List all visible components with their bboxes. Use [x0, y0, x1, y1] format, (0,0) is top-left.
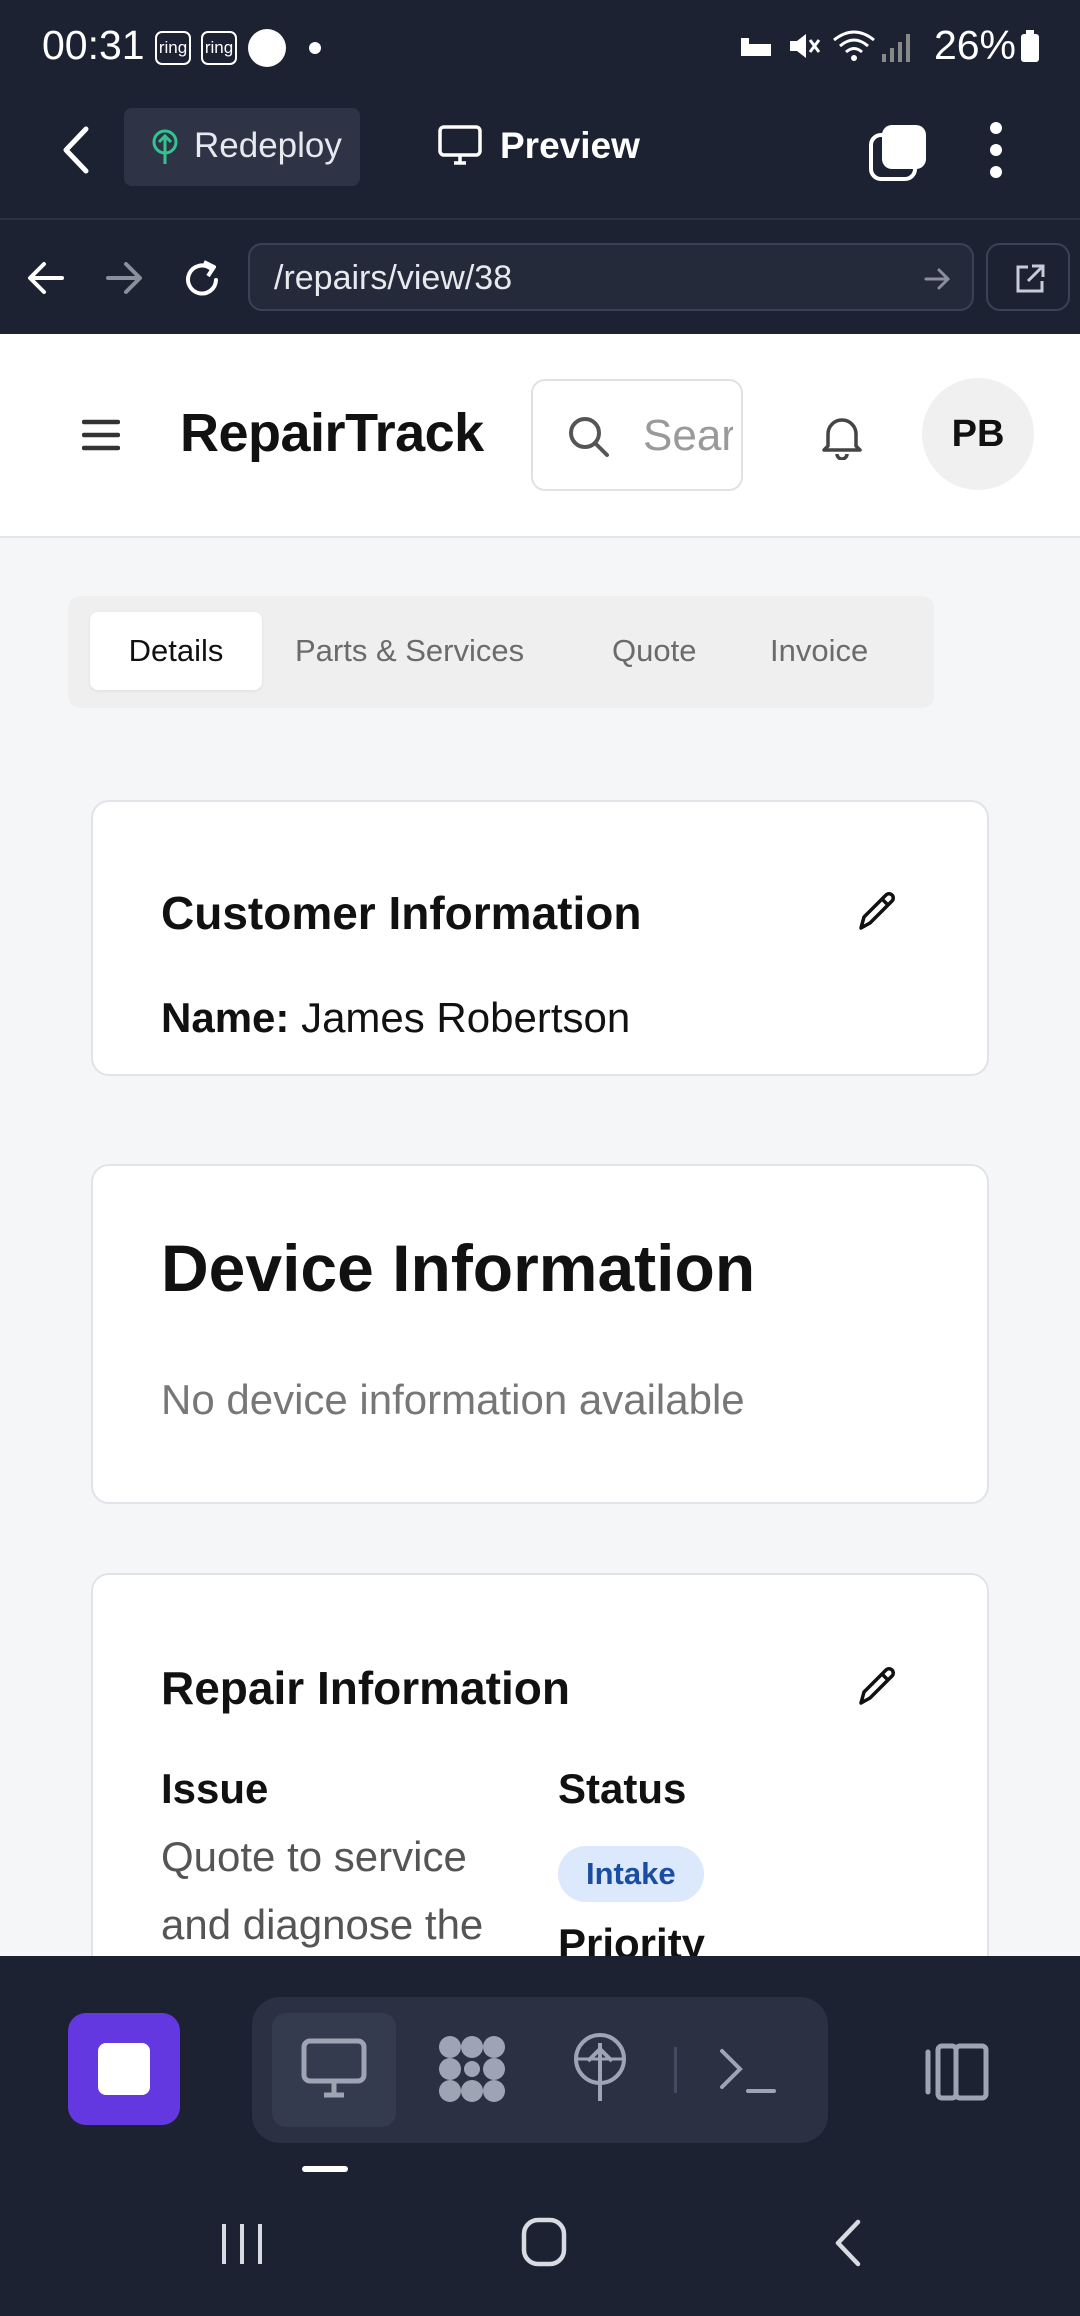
deploy-icon [574, 2033, 626, 2101]
menu-icon[interactable] [82, 418, 120, 452]
reload-icon[interactable] [180, 258, 224, 302]
app-notification-icon [248, 29, 286, 67]
issue-text: Quote to service and diagnose the [161, 1833, 484, 1948]
name-label: Name: [161, 994, 290, 1041]
bottom-dock [0, 1956, 1080, 2164]
ring-notification-icon: ring [155, 31, 191, 65]
avatar[interactable]: PB [922, 378, 1034, 490]
issue-label: Issue [161, 1765, 269, 1812]
brand-title[interactable]: RepairTrack [180, 402, 484, 464]
side-panel-icon[interactable] [922, 2042, 992, 2102]
status-bar: 00:31 ring ring 26% [0, 0, 1080, 95]
search-box[interactable] [531, 379, 743, 491]
external-link-icon [1016, 264, 1045, 293]
site-header: RepairTrack PB [0, 334, 1080, 538]
terminal-button[interactable] [690, 2013, 814, 2127]
redeploy-button[interactable]: Redeploy [124, 108, 360, 186]
tabs-icon[interactable] [868, 123, 928, 181]
home-icon[interactable] [520, 2216, 568, 2268]
battery-icon [1021, 30, 1039, 62]
edit-pencil-icon[interactable] [855, 1665, 899, 1709]
status-label: Status [558, 1765, 687, 1812]
signal-icon [882, 34, 910, 62]
stop-button[interactable] [68, 2013, 180, 2125]
wifi-icon [833, 30, 875, 61]
app-header: Redeploy Preview [0, 95, 1080, 220]
url-bar: /repairs/view/38 [0, 220, 1080, 334]
repair-info-card: Repair Information Issue Quote to servic… [91, 1573, 989, 1956]
monitor-icon [438, 125, 482, 165]
web-page: RepairTrack PB Details Parts & Services … [0, 334, 1080, 1956]
deploy-button[interactable] [542, 2013, 666, 2127]
customer-name: Name: James Robertson [161, 994, 630, 1042]
priority-label: Priority [558, 1920, 706, 1956]
card-title: Device Information [161, 1231, 756, 1305]
browser-forward-icon[interactable] [104, 258, 144, 298]
grid-dots-icon [439, 2036, 505, 2102]
go-arrow-icon[interactable] [924, 265, 952, 293]
deploy-icon [152, 129, 178, 164]
device-info-card: Device Information No device information… [91, 1164, 989, 1504]
tab-details[interactable]: Details [90, 612, 262, 690]
extensions-button[interactable] [408, 2013, 532, 2127]
preview-button[interactable]: Preview [438, 125, 640, 174]
desktop-view-button[interactable] [272, 2013, 396, 2127]
empty-state-text: No device information available [161, 1376, 745, 1423]
stop-icon [98, 2043, 150, 2095]
recent-apps-icon[interactable] [218, 2220, 266, 2268]
open-external-button[interactable] [986, 243, 1070, 311]
terminal-icon [720, 2049, 776, 2093]
redeploy-label: Redeploy [194, 126, 342, 165]
view-switcher [252, 1997, 828, 2143]
status-time: 00:31 [42, 22, 145, 68]
tab-parts-services[interactable]: Parts & Services [295, 612, 524, 690]
customer-info-card: Customer Information Name: James Roberts… [91, 800, 989, 1076]
battery-percent: 26% [933, 22, 1016, 68]
alarm-icon [741, 38, 771, 56]
status-badge: Intake [558, 1846, 704, 1902]
notification-bell-icon[interactable] [820, 412, 864, 460]
browser-back-icon[interactable] [26, 258, 66, 298]
back-icon[interactable] [58, 125, 94, 175]
tab-invoice[interactable]: Invoice [770, 612, 868, 690]
search-icon [569, 417, 609, 457]
name-value: James Robertson [301, 994, 631, 1041]
system-navigation-bar [0, 2172, 1080, 2316]
dock-divider [674, 2047, 677, 2093]
battery-level: 26% [934, 22, 1040, 69]
search-input[interactable] [643, 411, 733, 461]
mute-icon [790, 34, 821, 58]
edit-pencil-icon[interactable] [855, 890, 899, 934]
card-title: Customer Information [161, 887, 642, 939]
url-text: /repairs/view/38 [274, 259, 513, 297]
tab-quote[interactable]: Quote [612, 612, 696, 690]
monitor-icon [301, 2038, 367, 2098]
url-field[interactable]: /repairs/view/38 [248, 243, 974, 311]
ring-notification-icon: ring [201, 31, 237, 65]
card-title: Repair Information [161, 1662, 570, 1714]
more-notifications-dot [309, 42, 321, 54]
tab-bar: Details Parts & Services Quote Invoice [68, 596, 934, 708]
preview-label: Preview [500, 125, 640, 166]
system-back-icon[interactable] [830, 2218, 866, 2268]
more-options-icon[interactable] [984, 120, 1008, 180]
